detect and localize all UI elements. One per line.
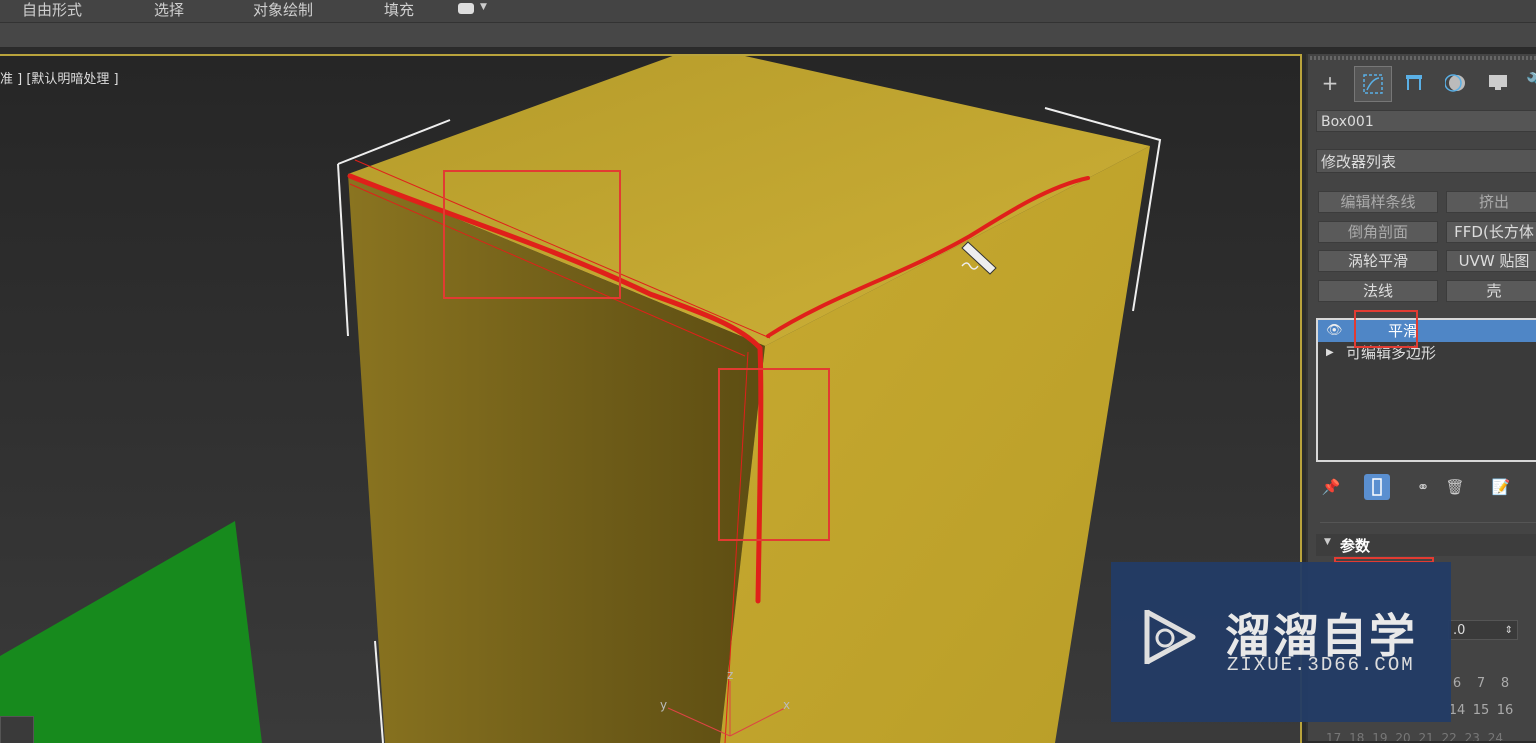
uvw-map-button[interactable]: UVW 贴图 xyxy=(1446,250,1536,272)
group-button-15[interactable]: 15 xyxy=(1470,703,1492,718)
group-button-23[interactable]: 23 xyxy=(1465,731,1480,741)
edit-spline-button[interactable]: 编辑样条线 xyxy=(1318,191,1438,213)
menu-freeform[interactable]: 自由形式 xyxy=(22,0,82,22)
shell-button[interactable]: 壳 xyxy=(1446,280,1536,302)
secondary-toolbar xyxy=(0,23,1536,48)
rollout-title: 参数 xyxy=(1340,537,1371,555)
make-unique-icon[interactable]: ⚭ xyxy=(1410,474,1436,500)
collapse-triangle-icon: ▼ xyxy=(1324,537,1331,547)
eye-icon[interactable]: 👁 xyxy=(1326,320,1343,342)
smoothing-groups-row-bottom[interactable]: 17 18 19 20 21 22 23 24 xyxy=(1326,731,1536,741)
spinner-value: .0 xyxy=(1453,623,1466,638)
stack-item-smooth[interactable]: 👁 平滑 xyxy=(1318,320,1536,342)
modifier-stack[interactable]: 👁 平滑 ▶ 可编辑多边形 xyxy=(1316,318,1536,462)
pin-stack-icon[interactable]: 📌 xyxy=(1318,474,1344,500)
viewport-label[interactable]: 准 ] [默认明暗处理 ] xyxy=(0,68,119,87)
chevron-down-icon[interactable]: ▼ xyxy=(480,2,487,12)
expand-triangle-icon[interactable]: ▶ xyxy=(1326,342,1334,364)
viewport-corner-widget[interactable] xyxy=(0,716,34,743)
motion-icon[interactable] xyxy=(1438,66,1474,100)
show-end-result-icon[interactable] xyxy=(1364,474,1390,500)
spinner-field[interactable]: .0 ⇕ xyxy=(1448,620,1518,640)
group-button-17[interactable]: 17 xyxy=(1326,731,1341,741)
bbox-corner-tl-v xyxy=(337,163,349,337)
viewport-scene: z y x xyxy=(0,56,1162,743)
menu-object-paint[interactable]: 对象绘制 xyxy=(253,0,313,22)
divider xyxy=(1320,522,1536,523)
watermark-overlay: 溜溜自学 ZIXUE.3D66.COM xyxy=(1111,562,1451,722)
panel-grip[interactable] xyxy=(1310,56,1536,60)
utilities-icon[interactable]: 🔧 xyxy=(1520,66,1536,100)
object-name-field[interactable]: Box001 xyxy=(1316,110,1536,132)
group-button-22[interactable]: 22 xyxy=(1442,731,1457,741)
rollout-header[interactable]: ▼ 参数 xyxy=(1316,534,1536,556)
group-button-19[interactable]: 19 xyxy=(1372,731,1387,741)
watermark-url: ZIXUE.3D66.COM xyxy=(1227,654,1415,676)
spinner-arrows-icon[interactable]: ⇕ xyxy=(1505,621,1513,641)
speech-bubble-icon[interactable] xyxy=(458,3,474,14)
menu-bar: 自由形式 选择 对象绘制 填充 ▼ xyxy=(0,0,1536,23)
stack-item-editable-poly[interactable]: ▶ 可编辑多边形 xyxy=(1318,342,1536,364)
display-icon[interactable] xyxy=(1480,66,1516,100)
group-button-21[interactable]: 21 xyxy=(1418,731,1433,741)
axis-label-y: y xyxy=(660,698,667,712)
ground-plane xyxy=(0,521,262,743)
delete-modifier-icon[interactable]: 🗑 xyxy=(1442,474,1468,500)
menu-populate[interactable]: 填充 xyxy=(384,0,414,22)
axis-label-x: x xyxy=(783,698,790,712)
create-icon[interactable]: + xyxy=(1312,66,1348,100)
group-button-8[interactable]: 8 xyxy=(1494,676,1516,691)
configure-sets-icon[interactable]: 📝 xyxy=(1488,474,1514,500)
modifier-list-dropdown[interactable]: 修改器列表 xyxy=(1316,149,1536,173)
highlight-box-top-edge xyxy=(443,170,621,299)
hierarchy-icon[interactable] xyxy=(1396,66,1432,100)
perspective-viewport[interactable]: z y x 准 ] [默认明暗处理 ] xyxy=(0,54,1302,743)
turbosmooth-button[interactable]: 涡轮平滑 xyxy=(1318,250,1438,272)
group-button-7[interactable]: 7 xyxy=(1470,676,1492,691)
extrude-button[interactable]: 挤出 xyxy=(1446,191,1536,213)
bevel-profile-button[interactable]: 倒角剖面 xyxy=(1318,221,1438,243)
play-logo-icon xyxy=(1144,609,1196,665)
highlight-box-vertical-edge xyxy=(718,368,830,541)
highlight-box-smooth xyxy=(1354,310,1418,348)
menu-select[interactable]: 选择 xyxy=(154,0,184,22)
normal-button[interactable]: 法线 xyxy=(1318,280,1438,302)
group-button-24[interactable]: 24 xyxy=(1488,731,1503,741)
axis-label-z: z xyxy=(727,668,733,682)
group-button-20[interactable]: 20 xyxy=(1395,731,1410,741)
modify-icon[interactable] xyxy=(1354,66,1392,102)
ffd-box-button[interactable]: FFD(长方体 xyxy=(1446,221,1536,243)
group-button-18[interactable]: 18 xyxy=(1349,731,1364,741)
group-button-16[interactable]: 16 xyxy=(1494,703,1516,718)
